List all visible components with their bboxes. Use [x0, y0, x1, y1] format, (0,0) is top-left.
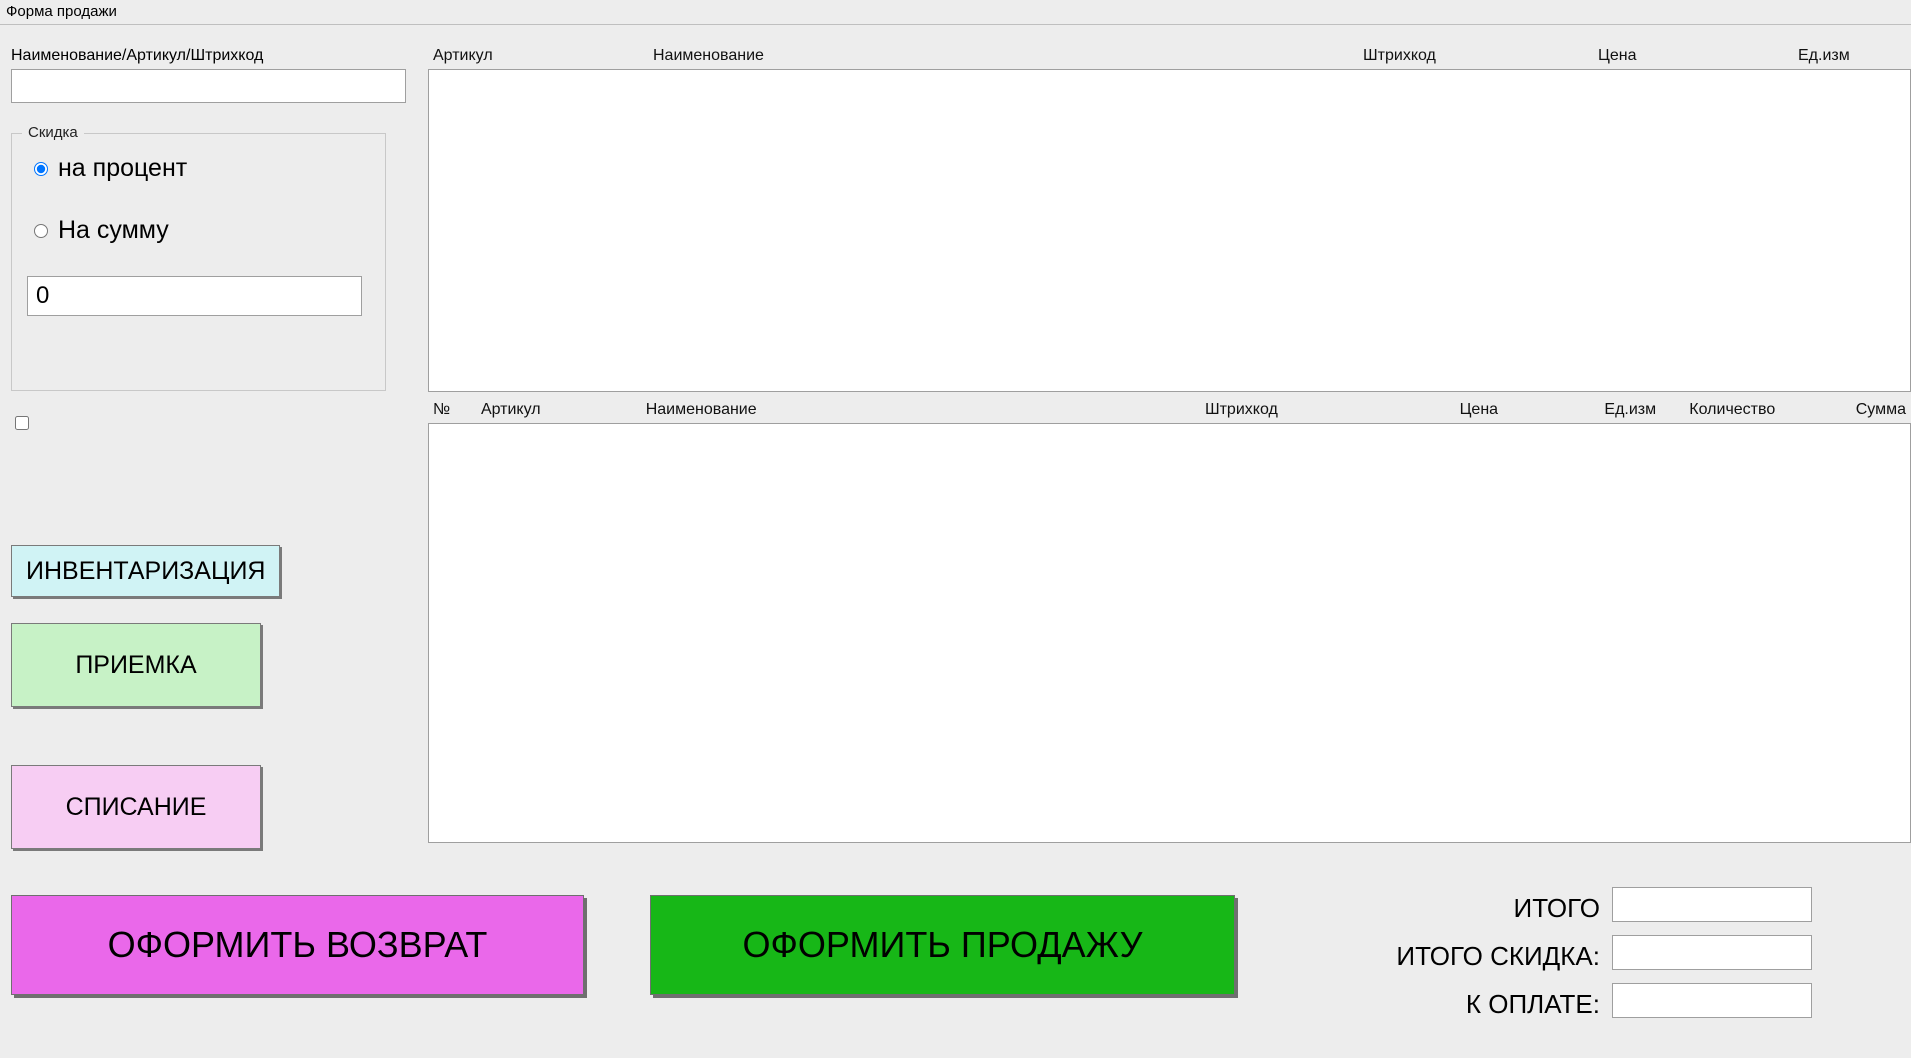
search-table-body[interactable] [429, 70, 1910, 391]
discount-radio-sum-label[interactable]: На сумму [58, 216, 169, 245]
col-barcode[interactable]: Штрихкод [1359, 47, 1594, 65]
content-area: Наименование/Артикул/Штрихкод Скидка на … [0, 25, 1911, 1055]
discount-legend: Скидка [22, 124, 84, 141]
cart-table-header: № Артикул Наименование Штрихкод Цена Ед.… [429, 401, 1910, 419]
discount-radio-percent-row: на процент [34, 154, 187, 183]
col-num[interactable]: № [429, 401, 477, 419]
inventory-button[interactable]: ИНВЕНТАРИЗАЦИЯ [11, 545, 280, 597]
col-qty[interactable]: Количество [1685, 401, 1840, 419]
total-label: ИТОГО [1350, 893, 1600, 924]
discount-radio-percent-label[interactable]: на процент [58, 154, 187, 183]
col-article[interactable]: Артикул [477, 401, 642, 419]
col-price[interactable]: Цена [1594, 47, 1794, 65]
discount-groupbox: Скидка на процент На сумму [11, 133, 386, 391]
col-barcode[interactable]: Штрихкод [1201, 401, 1456, 419]
search-results-table[interactable]: Артикул Наименование Штрихкод Цена Ед.из… [428, 69, 1911, 392]
to-pay-value-input[interactable] [1612, 983, 1812, 1018]
writeoff-button[interactable]: СПИСАНИЕ [11, 765, 261, 849]
to-pay-label: К ОПЛАТЕ: [1350, 989, 1600, 1020]
window-title: Форма продажи [0, 0, 1911, 25]
col-unit[interactable]: Ед.изм [1600, 401, 1685, 419]
col-name[interactable]: Наименование [642, 401, 1201, 419]
col-sum[interactable]: Сумма [1840, 401, 1910, 419]
discount-value-input[interactable] [27, 276, 362, 316]
discount-radio-sum[interactable] [34, 224, 48, 238]
col-unit[interactable]: Ед.изм [1794, 47, 1904, 65]
col-article[interactable]: Артикул [429, 47, 649, 65]
process-sale-button[interactable]: ОФОРМИТЬ ПРОДАЖУ [650, 895, 1235, 995]
receipt-button[interactable]: ПРИЕМКА [11, 623, 261, 707]
discount-radio-sum-row: На сумму [34, 216, 169, 245]
search-label: Наименование/Артикул/Штрихкод [11, 47, 263, 65]
col-name[interactable]: Наименование [649, 47, 1359, 65]
cart-table-body[interactable] [429, 424, 1910, 842]
cart-table[interactable]: № Артикул Наименование Штрихкод Цена Ед.… [428, 423, 1911, 843]
search-table-header: Артикул Наименование Штрихкод Цена Ед.из… [429, 47, 1910, 65]
total-discount-label: ИТОГО СКИДКА: [1350, 941, 1600, 972]
process-return-button[interactable]: ОФОРМИТЬ ВОЗВРАТ [11, 895, 584, 995]
total-discount-value-input[interactable] [1612, 935, 1812, 970]
total-value-input[interactable] [1612, 887, 1812, 922]
discount-radio-percent[interactable] [34, 162, 48, 176]
sales-form-window: Форма продажи Наименование/Артикул/Штрих… [0, 0, 1911, 1055]
col-price[interactable]: Цена [1456, 401, 1601, 419]
unknown-checkbox[interactable] [15, 416, 29, 430]
search-input[interactable] [11, 69, 406, 103]
